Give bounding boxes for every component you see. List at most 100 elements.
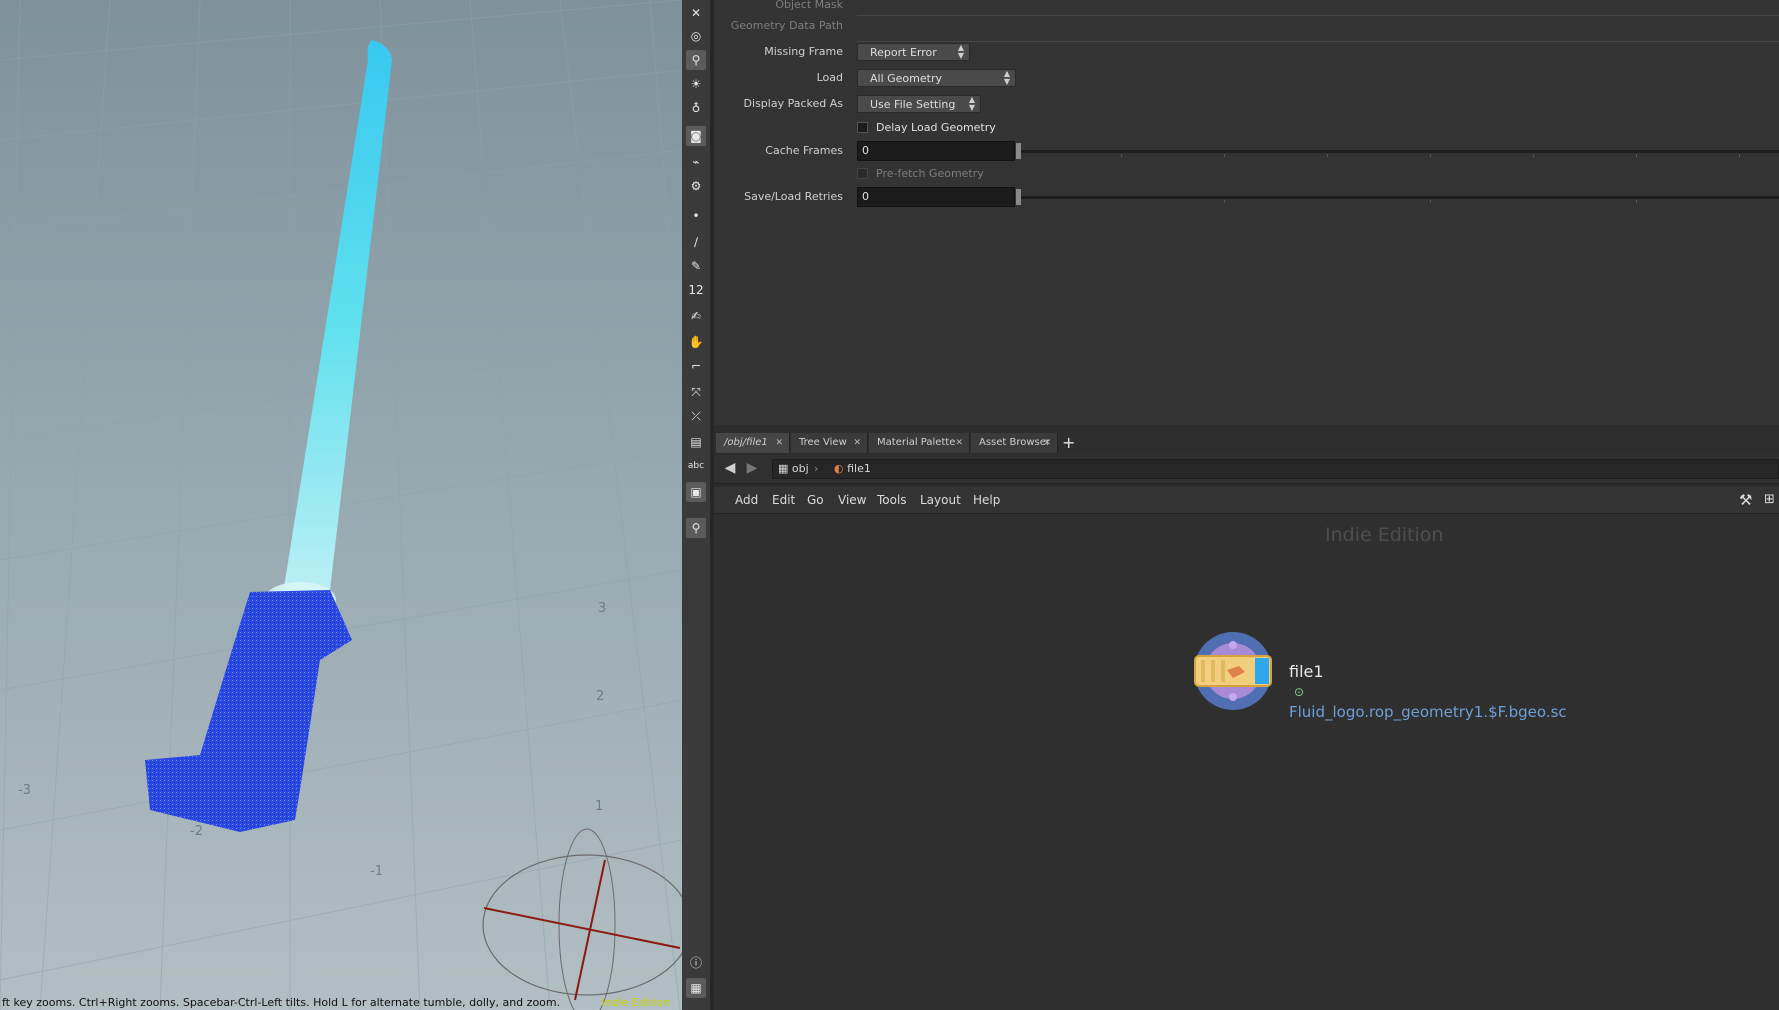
- file-node[interactable]: [1193, 630, 1273, 712]
- tab-label: Material Palette: [877, 437, 956, 448]
- image-icon[interactable]: ▣: [686, 482, 706, 502]
- path-bar: ◀ ▶ ▦ obj › ◐ file1: [714, 455, 1779, 484]
- slider-tick: [1224, 154, 1225, 157]
- missing-frame-menu[interactable]: Report Error ▲ ▼: [857, 43, 970, 61]
- text-icon[interactable]: abc: [686, 456, 706, 476]
- brush-icon[interactable]: ⌁: [686, 152, 706, 172]
- info-icon[interactable]: ⓘ: [686, 953, 706, 973]
- forward-arrow-icon[interactable]: ▶: [744, 460, 760, 476]
- close-icon[interactable]: ✕: [775, 433, 783, 453]
- camera-icon[interactable]: ◙: [686, 126, 706, 146]
- geometry-data-path-label: Geometry Data Path: [730, 19, 843, 32]
- retries-slider[interactable]: [1020, 196, 1779, 199]
- scene-viewport[interactable]: -3 -2 -1 1 2 3 ft key zooms. Ctrl+Right …: [0, 0, 682, 1010]
- light-icon[interactable]: ☀: [686, 74, 706, 94]
- view-icon[interactable]: ⚲: [686, 50, 706, 70]
- snap-icon[interactable]: ⤫: [686, 406, 706, 426]
- slider-tick: [1739, 154, 1740, 157]
- number-icon[interactable]: 12: [686, 280, 706, 300]
- missing-frame-value: Report Error: [870, 46, 937, 59]
- slider-tick: [1430, 200, 1431, 203]
- close-icon[interactable]: ✕: [955, 433, 963, 453]
- prefetch-checkbox[interactable]: [857, 168, 868, 179]
- param-retries: Save/Load Retries 0: [714, 186, 1779, 208]
- param-missing-frame: Missing Frame Report Error ▲ ▼: [714, 41, 1779, 63]
- prefetch-label: Pre-fetch Geometry: [876, 167, 984, 180]
- display-packed-label: Display Packed As: [743, 97, 843, 110]
- cache-frames-input[interactable]: 0: [857, 141, 1015, 161]
- transform-icon[interactable]: ⤧: [686, 382, 706, 402]
- draw-curve-icon[interactable]: ∕: [686, 232, 706, 252]
- grid-label: 3: [598, 601, 606, 616]
- display-flag-icon[interactable]: ⊙: [1294, 685, 1304, 699]
- breadcrumb: [772, 459, 1779, 479]
- menu-arrows-icon: ▲ ▼: [957, 43, 964, 60]
- paint-icon[interactable]: ✍: [686, 306, 706, 326]
- tab-asset-browser[interactable]: Asset Browser ✕: [971, 433, 1058, 453]
- slider-tick: [1636, 200, 1637, 203]
- grid-label: 2: [596, 689, 604, 704]
- cache-frames-slider[interactable]: [1020, 150, 1779, 153]
- menu-help[interactable]: Help: [973, 487, 1000, 513]
- sculpt-icon[interactable]: ✋: [686, 332, 706, 352]
- menu-arrows-icon: ▲ ▼: [1003, 69, 1010, 86]
- slider-tick: [1636, 154, 1637, 157]
- display-packed-value: Use File Setting: [870, 98, 956, 111]
- network-editor[interactable]: Indie Edition file1 ⊙ Fluid_logo.rop_geo…: [714, 514, 1779, 1010]
- parameter-pane: Object Mask Geometry Data Path Missing F…: [714, 0, 1779, 430]
- node-name-label[interactable]: file1: [1289, 662, 1324, 681]
- tab-obj-file1[interactable]: /obj/file1 ✕: [716, 433, 790, 453]
- divider: [857, 41, 1779, 42]
- retries-input[interactable]: 0: [857, 187, 1015, 207]
- retries-slider-handle[interactable]: [1016, 189, 1021, 205]
- menu-edit[interactable]: Edit: [772, 487, 795, 513]
- display-packed-menu[interactable]: Use File Setting ▲ ▼: [857, 95, 981, 113]
- cache-frames-label: Cache Frames: [765, 144, 843, 157]
- viewport-scene[interactable]: -3 -2 -1 1 2 3: [0, 0, 682, 1010]
- menu-go[interactable]: Go: [807, 487, 824, 513]
- transform-gizmo[interactable]: [482, 828, 682, 1010]
- grid-label: -2: [190, 824, 203, 839]
- close-icon[interactable]: ✕: [686, 3, 706, 23]
- param-delay-load: Delay Load Geometry: [714, 117, 1779, 139]
- menu-add[interactable]: Add: [735, 487, 758, 513]
- pin-icon[interactable]: ⚲: [686, 518, 706, 538]
- menu-tools[interactable]: Tools: [877, 487, 907, 513]
- add-tab-icon[interactable]: +: [1062, 433, 1075, 453]
- tab-tree-view[interactable]: Tree View ✕: [791, 433, 868, 453]
- tab-material-palette[interactable]: Material Palette ✕: [869, 433, 970, 453]
- network-menu-bar: Add Edit Go View Tools Layout Help ⚒ ⊞: [714, 487, 1779, 514]
- breadcrumb-obj[interactable]: ▦ obj: [778, 459, 809, 479]
- select-icon[interactable]: ◎: [686, 26, 706, 46]
- wrench-icon[interactable]: ⚒: [1739, 487, 1752, 513]
- close-icon[interactable]: ✕: [853, 433, 861, 453]
- file-node-icon: ◐: [834, 462, 848, 475]
- handle-icon[interactable]: ⚙: [686, 176, 706, 196]
- camera-light-icon[interactable]: ♁: [686, 98, 706, 118]
- slider-tick: [1224, 200, 1225, 203]
- cache-frames-slider-handle[interactable]: [1016, 143, 1021, 159]
- edition-watermark: Indie Edition: [1325, 524, 1444, 546]
- object-mask-label: Object Mask: [775, 0, 843, 11]
- param-display-packed: Display Packed As Use File Setting ▲ ▼: [714, 93, 1779, 115]
- stack-icon[interactable]: ▤: [686, 432, 706, 452]
- param-load: Load All Geometry ▲ ▼: [714, 67, 1779, 89]
- delay-load-checkbox[interactable]: [857, 122, 868, 133]
- tab-label: Tree View: [799, 437, 847, 448]
- menu-view[interactable]: View: [838, 487, 866, 513]
- grid-icon[interactable]: ▦: [686, 978, 706, 998]
- viewport-edition-label: Indie Edition: [601, 996, 670, 1009]
- load-menu[interactable]: All Geometry ▲ ▼: [857, 69, 1016, 87]
- tree-icon[interactable]: ⊞: [1764, 487, 1775, 513]
- retries-label: Save/Load Retries: [744, 190, 843, 203]
- pen-icon[interactable]: ✎: [686, 256, 706, 276]
- breadcrumb-file1[interactable]: ◐ file1: [834, 459, 871, 479]
- menu-layout[interactable]: Layout: [920, 487, 961, 513]
- close-icon[interactable]: ✕: [1043, 433, 1051, 453]
- corner-icon[interactable]: ⌐: [686, 356, 706, 376]
- tab-label: /obj/file1: [724, 437, 768, 448]
- grid-label: -1: [370, 864, 383, 879]
- viewport-toolstrip: ✕ ◎ ⚲ ☀ ♁ ◙ ⌁ ⚙ • ∕ ✎ 12 ✍ ✋ ⌐ ⤧ ⤫ ▤ abc…: [682, 0, 711, 1010]
- back-arrow-icon[interactable]: ◀: [722, 460, 738, 476]
- point-icon[interactable]: •: [686, 206, 706, 226]
